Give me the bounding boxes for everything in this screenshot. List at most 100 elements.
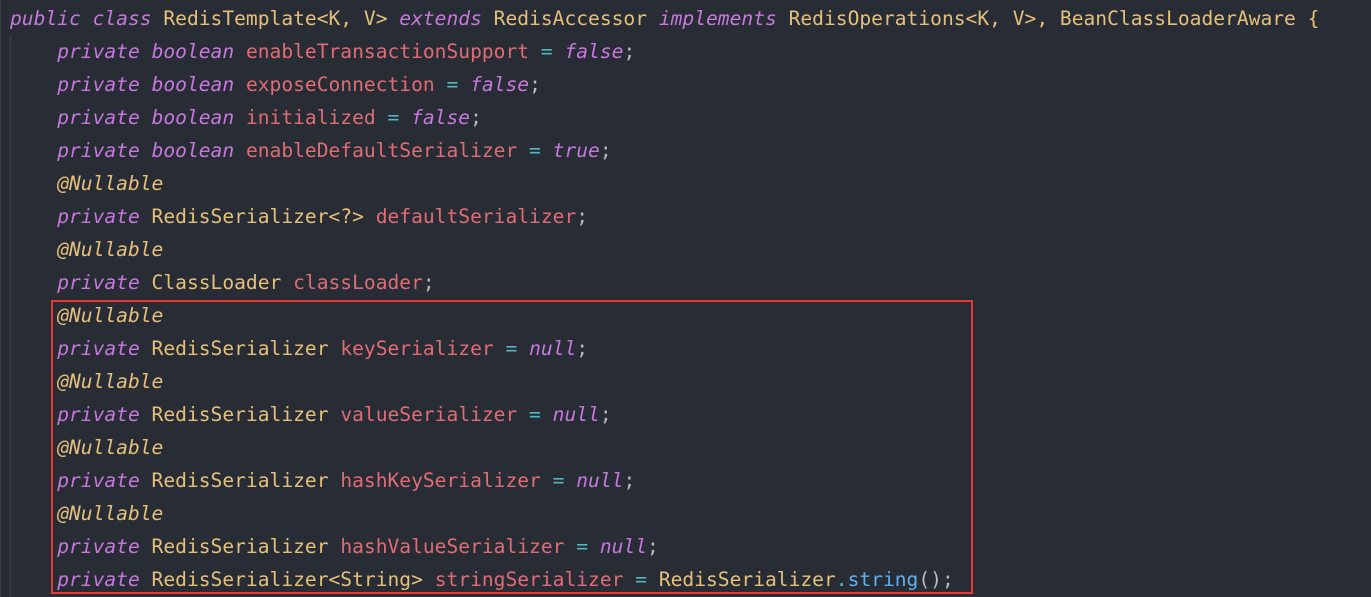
code-line[interactable]: public class RedisTemplate<K, V> extends…: [10, 2, 1319, 35]
token-kw: private: [57, 469, 140, 492]
token-punc: ;: [470, 106, 482, 129]
code-line[interactable]: @Nullable: [10, 431, 1319, 464]
code-line[interactable]: @Nullable: [10, 167, 1319, 200]
code-line[interactable]: @Nullable: [10, 365, 1319, 398]
token-anno: @Nullable: [57, 304, 164, 327]
token-punc: ;: [599, 403, 612, 426]
code-line[interactable]: @Nullable: [10, 497, 1319, 530]
token-kw: private: [57, 139, 140, 162]
token-op: =: [517, 403, 553, 426]
token-lit: null: [529, 337, 577, 360]
token-kw: private: [57, 568, 140, 591]
token-punc: ;: [576, 205, 589, 228]
token-punc: ;: [529, 73, 541, 96]
token-kw: private: [57, 40, 140, 63]
token-anno: @Nullable: [57, 172, 164, 195]
code-line[interactable]: private ClassLoader classLoader;: [10, 266, 1319, 299]
token-punc: [140, 139, 152, 162]
token-kw: boolean: [151, 73, 235, 96]
token-kw: private: [57, 403, 140, 426]
code-line[interactable]: private boolean initialized = false;: [10, 101, 1319, 134]
token-anno: @Nullable: [57, 502, 164, 525]
token-kw: private: [57, 535, 140, 558]
token-punc: [140, 73, 152, 96]
code-editor[interactable]: public class RedisTemplate<K, V> extends…: [0, 0, 1371, 597]
token-punc: ;: [422, 271, 435, 294]
token-op: =: [434, 73, 471, 96]
token-type: ClassLoader: [139, 271, 294, 294]
code-block[interactable]: public class RedisTemplate<K, V> extends…: [10, 2, 1319, 596]
token-type: RedisSerializer: [139, 403, 341, 426]
token-kw: class: [92, 7, 152, 30]
code-line[interactable]: private boolean enableTransactionSupport…: [10, 35, 1319, 68]
code-line[interactable]: @Nullable: [10, 299, 1319, 332]
token-kw: private: [57, 271, 140, 294]
token-method: string: [847, 568, 919, 591]
token-op: =: [375, 106, 412, 129]
token-op: .: [835, 568, 848, 591]
token-punc: [234, 139, 246, 162]
token-type: RedisSerializer<?>: [139, 205, 376, 228]
code-line[interactable]: private RedisSerializer hashValueSeriali…: [10, 530, 1319, 563]
code-line[interactable]: @Nullable: [10, 233, 1319, 266]
token-op: =: [623, 568, 659, 591]
token-lit: true: [552, 139, 600, 162]
token-op: =: [564, 535, 600, 558]
code-line[interactable]: private RedisSerializer keySerializer = …: [10, 332, 1319, 365]
token-type: RedisOperations<K, V>, BeanClassLoaderAw…: [776, 7, 1320, 30]
token-punc: [81, 7, 93, 30]
token-type: RedisTemplate<K, V>: [151, 7, 400, 30]
token-punc: ();: [918, 568, 954, 591]
token-kw: boolean: [151, 139, 235, 162]
token-type: RedisAccessor: [481, 7, 659, 30]
token-punc: ;: [599, 139, 612, 162]
token-field: stringSerializer: [434, 568, 624, 591]
token-op: =: [540, 469, 577, 492]
token-punc: [234, 106, 246, 129]
token-punc: ;: [576, 337, 589, 360]
code-line[interactable]: private boolean exposeConnection = false…: [10, 68, 1319, 101]
token-punc: ;: [623, 469, 636, 492]
token-field: hashValueSerializer: [340, 535, 565, 558]
token-kw: public: [10, 7, 81, 30]
token-field: enableDefaultSerializer: [245, 139, 518, 162]
token-lit: false: [411, 106, 471, 129]
token-field: defaultSerializer: [375, 205, 577, 228]
token-lit: false: [470, 73, 530, 96]
token-kw: private: [57, 106, 140, 129]
token-punc: [140, 106, 152, 129]
token-kw: extends: [399, 7, 482, 30]
code-line[interactable]: private RedisSerializer<String> stringSe…: [10, 563, 1319, 596]
token-field: initialized: [245, 106, 376, 129]
token-anno: @Nullable: [57, 436, 164, 459]
token-field: enableTransactionSupport: [245, 40, 530, 63]
code-line[interactable]: private boolean enableDefaultSerializer …: [10, 134, 1319, 167]
token-lit: false: [564, 40, 624, 63]
token-punc: ;: [647, 535, 659, 558]
code-line[interactable]: private RedisSerializer hashKeySerialize…: [10, 464, 1319, 497]
token-punc: ;: [623, 40, 636, 63]
code-line[interactable]: private RedisSerializer valueSerializer …: [10, 398, 1319, 431]
token-type: RedisSerializer: [139, 535, 341, 558]
token-lit: null: [576, 469, 624, 492]
token-type: RedisSerializer: [139, 337, 341, 360]
token-field: keySerializer: [340, 337, 494, 360]
code-line[interactable]: private RedisSerializer<?> defaultSerial…: [10, 200, 1319, 233]
token-field: valueSerializer: [340, 403, 518, 426]
token-field: hashKeySerializer: [340, 469, 541, 492]
token-op: =: [493, 337, 530, 360]
token-field: exposeConnection: [245, 73, 435, 96]
token-anno: @Nullable: [57, 238, 164, 261]
token-type: RedisSerializer: [658, 568, 836, 591]
